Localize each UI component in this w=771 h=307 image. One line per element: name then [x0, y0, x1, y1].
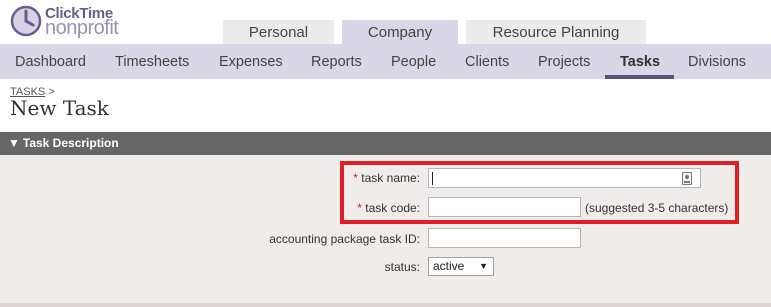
- status-value: active: [433, 259, 465, 273]
- task-name-input[interactable]: [428, 168, 701, 188]
- accounting-id-label: accounting package task ID:: [269, 232, 420, 246]
- active-nav-indicator: [605, 75, 674, 79]
- section-title: Task Description: [22, 136, 119, 150]
- nav-divisions[interactable]: Divisions: [688, 44, 746, 79]
- nav-dashboard[interactable]: Dashboard: [15, 44, 86, 79]
- task-name-label: * task name:: [353, 171, 420, 185]
- top-tabs: Personal Company Resource Planning: [0, 20, 771, 44]
- tab-resource-planning[interactable]: Resource Planning: [466, 20, 646, 44]
- accounting-id-input[interactable]: [428, 228, 581, 248]
- task-code-label: * task code:: [357, 201, 420, 215]
- required-marker: *: [357, 201, 362, 215]
- main-nav: Dashboard Timesheets Expenses Reports Pe…: [0, 44, 771, 79]
- dropdown-arrow-icon: ▼: [479, 261, 488, 271]
- section-header-task-description[interactable]: ▼ Task Description: [0, 132, 771, 155]
- contact-card-icon[interactable]: [682, 172, 692, 185]
- collapse-triangle-icon: ▼: [8, 136, 20, 150]
- nav-clients[interactable]: Clients: [465, 44, 509, 79]
- text-caret: [432, 172, 433, 185]
- task-name-label-text: task name:: [361, 171, 420, 185]
- nav-timesheets[interactable]: Timesheets: [115, 44, 189, 79]
- task-code-label-text: task code:: [365, 201, 420, 215]
- status-select[interactable]: active ▼: [428, 257, 494, 276]
- status-label: status:: [384, 260, 420, 274]
- nav-reports[interactable]: Reports: [311, 44, 362, 79]
- tab-company[interactable]: Company: [342, 20, 458, 44]
- task-code-hint: (suggested 3-5 characters): [585, 201, 729, 215]
- nav-people[interactable]: People: [391, 44, 436, 79]
- nav-tasks[interactable]: Tasks: [620, 44, 660, 79]
- form-bottom-divider: [0, 303, 771, 307]
- task-code-input[interactable]: [428, 197, 581, 217]
- page-title: New Task: [10, 96, 109, 120]
- nav-expenses[interactable]: Expenses: [219, 44, 283, 79]
- nav-projects[interactable]: Projects: [538, 44, 590, 79]
- tab-personal[interactable]: Personal: [223, 20, 334, 44]
- required-marker: *: [353, 171, 358, 185]
